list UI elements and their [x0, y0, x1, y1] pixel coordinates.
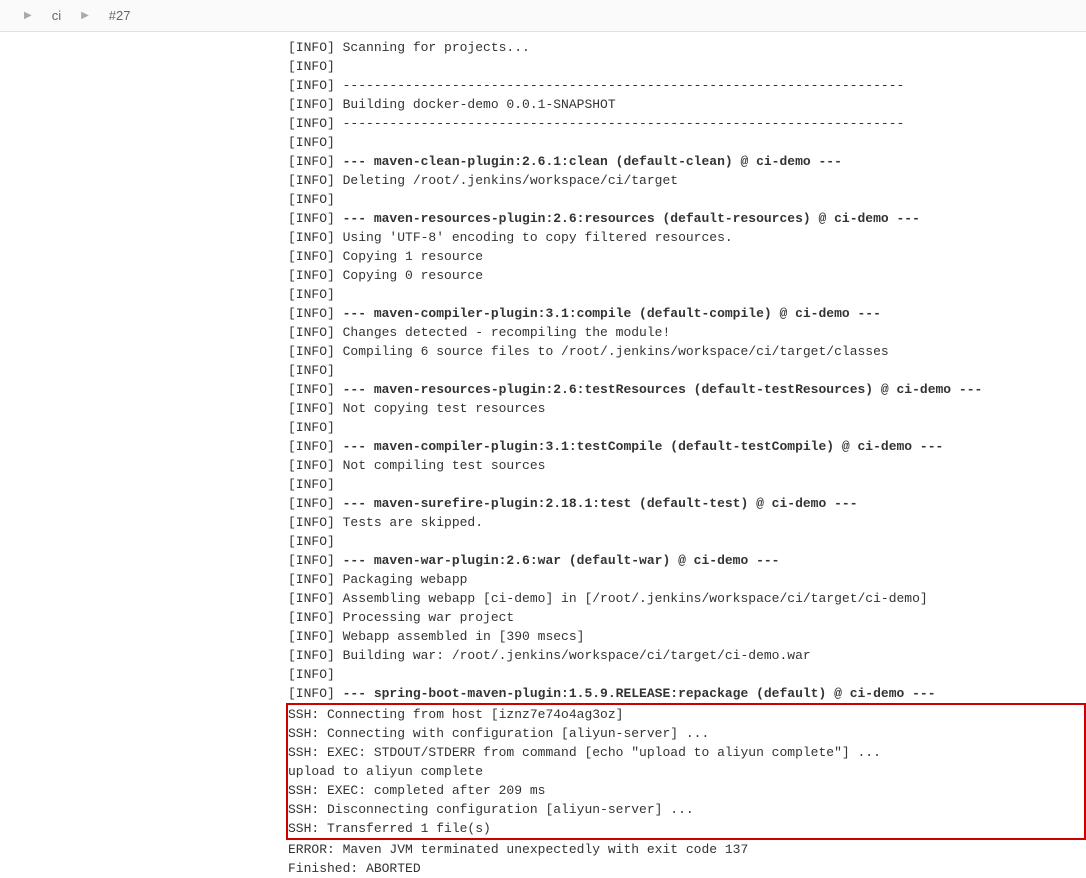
console-line: [INFO] --- maven-resources-plugin:2.6:te…	[288, 380, 1086, 399]
console-line: [INFO] --- maven-clean-plugin:2.6.1:clea…	[288, 152, 1086, 171]
console-line: [INFO] Webapp assembled in [390 msecs]	[288, 627, 1086, 646]
console-line: SSH: EXEC: STDOUT/STDERR from command [e…	[288, 743, 1084, 762]
console-line: [INFO] --- spring-boot-maven-plugin:1.5.…	[288, 684, 1086, 703]
console-line: [INFO]	[288, 418, 1086, 437]
console-line: Finished: ABORTED	[288, 859, 1086, 878]
breadcrumb-item-build[interactable]: #27	[109, 8, 131, 23]
console-line: [INFO]	[288, 475, 1086, 494]
console-line: [INFO] Not compiling test sources	[288, 456, 1086, 475]
console-line: [INFO] Scanning for projects...	[288, 38, 1086, 57]
ssh-highlight-box: SSH: Connecting from host [iznz7e74o4ag3…	[286, 703, 1086, 840]
console-line: [INFO] Copying 1 resource	[288, 247, 1086, 266]
console-line: [INFO] Compiling 6 source files to /root…	[288, 342, 1086, 361]
chevron-right-icon: ▶	[24, 10, 32, 21]
console-output: [INFO] Scanning for projects...[INFO] [I…	[0, 32, 1086, 878]
console-line: [INFO] Copying 0 resource	[288, 266, 1086, 285]
console-line: [INFO] Building docker-demo 0.0.1-SNAPSH…	[288, 95, 1086, 114]
console-line: [INFO] --- maven-surefire-plugin:2.18.1:…	[288, 494, 1086, 513]
console-line: [INFO]	[288, 190, 1086, 209]
console-line: ERROR: Maven JVM terminated unexpectedly…	[288, 840, 1086, 859]
console-line: SSH: Transferred 1 file(s)	[288, 819, 1084, 838]
breadcrumb: ▶ ci ▶ #27	[0, 0, 1086, 32]
console-line: [INFO] --- maven-compiler-plugin:3.1:com…	[288, 304, 1086, 323]
console-line: [INFO] --- maven-compiler-plugin:3.1:tes…	[288, 437, 1086, 456]
console-line: [INFO] Building war: /root/.jenkins/work…	[288, 646, 1086, 665]
console-line: [INFO] Not copying test resources	[288, 399, 1086, 418]
console-line: SSH: Connecting with configuration [aliy…	[288, 724, 1084, 743]
console-line: SSH: EXEC: completed after 209 ms	[288, 781, 1084, 800]
console-line: [INFO] Processing war project	[288, 608, 1086, 627]
console-line: [INFO] ---------------------------------…	[288, 76, 1086, 95]
console-line: [INFO] Using 'UTF-8' encoding to copy fi…	[288, 228, 1086, 247]
console-line: [INFO] Tests are skipped.	[288, 513, 1086, 532]
console-line: [INFO]	[288, 57, 1086, 76]
console-line: [INFO] Deleting /root/.jenkins/workspace…	[288, 171, 1086, 190]
console-line: [INFO]	[288, 665, 1086, 684]
console-line: [INFO] ---------------------------------…	[288, 114, 1086, 133]
breadcrumb-item-job[interactable]: ci	[52, 8, 61, 23]
console-line: [INFO]	[288, 361, 1086, 380]
console-line: [INFO] --- maven-resources-plugin:2.6:re…	[288, 209, 1086, 228]
console-line: [INFO]	[288, 133, 1086, 152]
console-line: [INFO] --- maven-war-plugin:2.6:war (def…	[288, 551, 1086, 570]
console-line: SSH: Disconnecting configuration [aliyun…	[288, 800, 1084, 819]
console-line: [INFO]	[288, 285, 1086, 304]
console-line: upload to aliyun complete	[288, 762, 1084, 781]
console-line: SSH: Connecting from host [iznz7e74o4ag3…	[288, 705, 1084, 724]
chevron-right-icon: ▶	[81, 10, 89, 21]
console-line: [INFO] Changes detected - recompiling th…	[288, 323, 1086, 342]
console-line: [INFO] Packaging webapp	[288, 570, 1086, 589]
console-line: [INFO] Assembling webapp [ci-demo] in [/…	[288, 589, 1086, 608]
console-line: [INFO]	[288, 532, 1086, 551]
